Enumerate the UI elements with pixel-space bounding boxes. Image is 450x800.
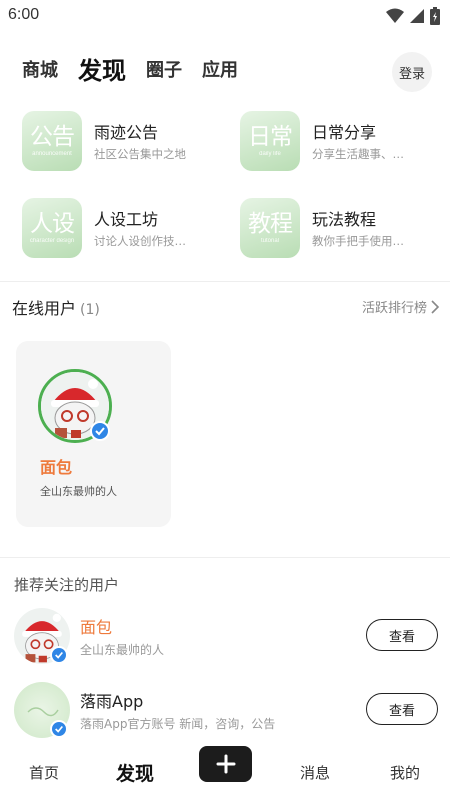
user-name: 面包: [80, 618, 113, 637]
create-post-button[interactable]: [199, 746, 252, 782]
category-desc: 教你手把手使用…: [312, 234, 404, 248]
category-title: 人设工坊: [94, 210, 159, 229]
view-button[interactable]: 查看: [366, 693, 438, 725]
list-item[interactable]: 面包 全山东最帅的人 查看: [0, 608, 450, 672]
category-desc: 讨论人设创作技…: [94, 234, 186, 248]
divider: [0, 557, 450, 558]
top-tabs: 商城 发现 圈子 应用: [22, 56, 238, 86]
chevron-right-icon: [431, 299, 440, 314]
tab-circle[interactable]: 圈子: [146, 56, 182, 86]
login-button[interactable]: 登录: [392, 52, 432, 92]
online-users-title: 在线用户: [12, 299, 77, 318]
category-character[interactable]: 人设 character design 人设工坊 讨论人设创作技…: [22, 198, 232, 260]
tab-mall[interactable]: 商城: [22, 56, 58, 86]
status-time: 6:00: [8, 6, 40, 23]
nav-home[interactable]: 首页: [29, 762, 59, 783]
online-user-card[interactable]: 面包 全山东最帅的人: [16, 341, 171, 527]
nav-discover[interactable]: 发现: [116, 759, 154, 786]
announcement-icon: 公告 announcement: [22, 111, 82, 171]
tutorial-icon: 教程 tutorial: [240, 198, 300, 258]
category-announcement[interactable]: 公告 announcement 雨迹公告 社区公告集中之地: [22, 111, 232, 173]
tab-apps[interactable]: 应用: [202, 56, 238, 86]
user-bio: 落雨App官方账号 新闻，咨询，公告: [80, 717, 276, 731]
character-design-icon: 人设 character design: [22, 198, 82, 258]
category-title: 玩法教程: [312, 210, 377, 229]
user-bio: 全山东最帅的人: [80, 643, 165, 657]
nav-messages[interactable]: 消息: [300, 762, 330, 783]
bottom-nav: 首页 发现 消息 我的: [0, 740, 450, 800]
activity-ranking-link[interactable]: 活跃排行榜: [362, 297, 440, 316]
ranking-label: 活跃排行榜: [361, 301, 427, 316]
category-daily[interactable]: 日常 daily life 日常分享 分享生活趣事、…: [240, 111, 450, 173]
category-desc: 社区公告集中之地: [94, 147, 186, 161]
verified-icon: [50, 720, 68, 738]
verified-icon: [50, 646, 68, 664]
status-bar: 6:00: [0, 0, 450, 32]
signal-icon: [410, 9, 424, 23]
daily-life-icon: 日常 daily life: [240, 111, 300, 171]
user-bio: 全山东最帅的人: [40, 485, 117, 498]
status-icons: [386, 7, 440, 25]
plus-icon: [216, 754, 235, 774]
recommend-title: 推荐关注的用户: [14, 576, 120, 594]
online-users-header: 在线用户 (1): [12, 295, 100, 319]
nav-profile[interactable]: 我的: [390, 762, 420, 783]
view-button[interactable]: 查看: [366, 619, 438, 651]
wifi-icon: [386, 8, 404, 23]
online-users-count: (1): [80, 302, 100, 318]
tab-discover[interactable]: 发现: [78, 56, 126, 86]
divider: [0, 281, 450, 282]
category-title: 雨迹公告: [94, 123, 159, 142]
category-desc: 分享生活趣事、…: [312, 147, 404, 161]
user-name: 落雨App: [80, 692, 144, 711]
category-tutorial[interactable]: 教程 tutorial 玩法教程 教你手把手使用…: [240, 198, 450, 260]
user-name: 面包: [40, 458, 73, 477]
list-item[interactable]: 落雨App 落雨App官方账号 新闻，咨询，公告 查看: [0, 682, 450, 746]
battery-icon: [430, 7, 440, 25]
verified-icon: [90, 421, 110, 441]
category-title: 日常分享: [312, 123, 377, 142]
